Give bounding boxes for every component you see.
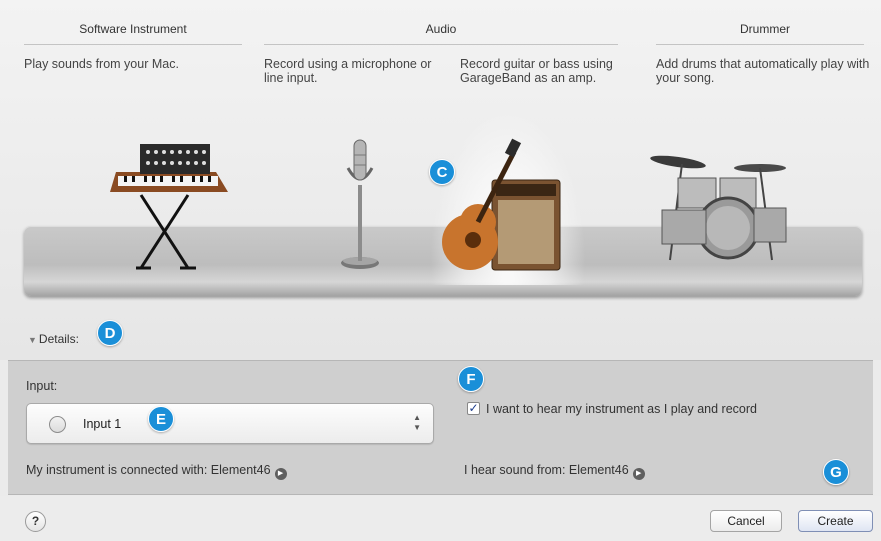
help-button[interactable]: ? <box>25 511 46 532</box>
desc-drummer: Add drums that automatically play with y… <box>656 57 870 85</box>
hear-sound-text: I hear sound from: Element46 <box>464 463 629 477</box>
callout-f: F <box>458 366 484 392</box>
header-drummer: Drummer <box>740 22 790 36</box>
tile-drummer[interactable] <box>648 110 793 285</box>
callout-g: G <box>823 459 849 485</box>
divider <box>656 44 864 45</box>
monitor-checkbox[interactable]: ✓ <box>467 402 480 415</box>
divider <box>24 44 242 45</box>
go-arrow-icon[interactable]: ▶ <box>274 468 287 480</box>
keyboard-synth-icon <box>110 144 228 270</box>
input-channel-radio-icon <box>49 416 66 433</box>
drum-kit-icon <box>650 155 787 261</box>
microphone-icon <box>341 139 379 269</box>
disclosure-triangle-icon: ▼ <box>28 335 37 345</box>
monitor-checkbox-label[interactable]: I want to hear my instrument as I play a… <box>486 402 757 416</box>
header-software-instrument: Software Instrument <box>79 22 187 36</box>
connected-with-text: My instrument is connected with: Element… <box>26 463 271 477</box>
cancel-button[interactable]: Cancel <box>710 510 782 532</box>
callout-e: E <box>148 406 174 432</box>
callout-d: D <box>97 320 123 346</box>
create-button[interactable]: Create <box>798 510 873 532</box>
divider <box>264 44 618 45</box>
input-label: Input: <box>26 379 58 393</box>
tile-software-instrument[interactable] <box>96 110 246 285</box>
guitar-amp-icon <box>442 138 561 271</box>
input-value: Input 1 <box>83 417 122 431</box>
stepper-icon: ▲ ▼ <box>413 413 421 432</box>
input-select[interactable]: Input 1 ▲ ▼ <box>26 403 434 444</box>
go-arrow-icon[interactable]: ▶ <box>632 468 645 480</box>
tile-guitar-amp[interactable] <box>428 110 588 285</box>
checkmark-icon: ✓ <box>468 401 479 415</box>
header-audio: Audio <box>425 22 457 36</box>
connected-with-row: My instrument is connected with: Element… <box>26 463 287 480</box>
tile-microphone[interactable] <box>330 110 390 285</box>
desc-software-instrument: Play sounds from your Mac. <box>24 57 179 71</box>
callout-c: C <box>429 159 455 185</box>
hear-sound-row: I hear sound from: Element46 ▶ <box>464 463 645 480</box>
details-toggle[interactable]: ▼ Details: <box>28 332 79 346</box>
desc-audio-guitar: Record guitar or bass using GarageBand a… <box>460 57 613 85</box>
details-label: Details: <box>38 332 79 346</box>
desc-audio-mic: Record using a microphone or line input. <box>264 57 432 85</box>
